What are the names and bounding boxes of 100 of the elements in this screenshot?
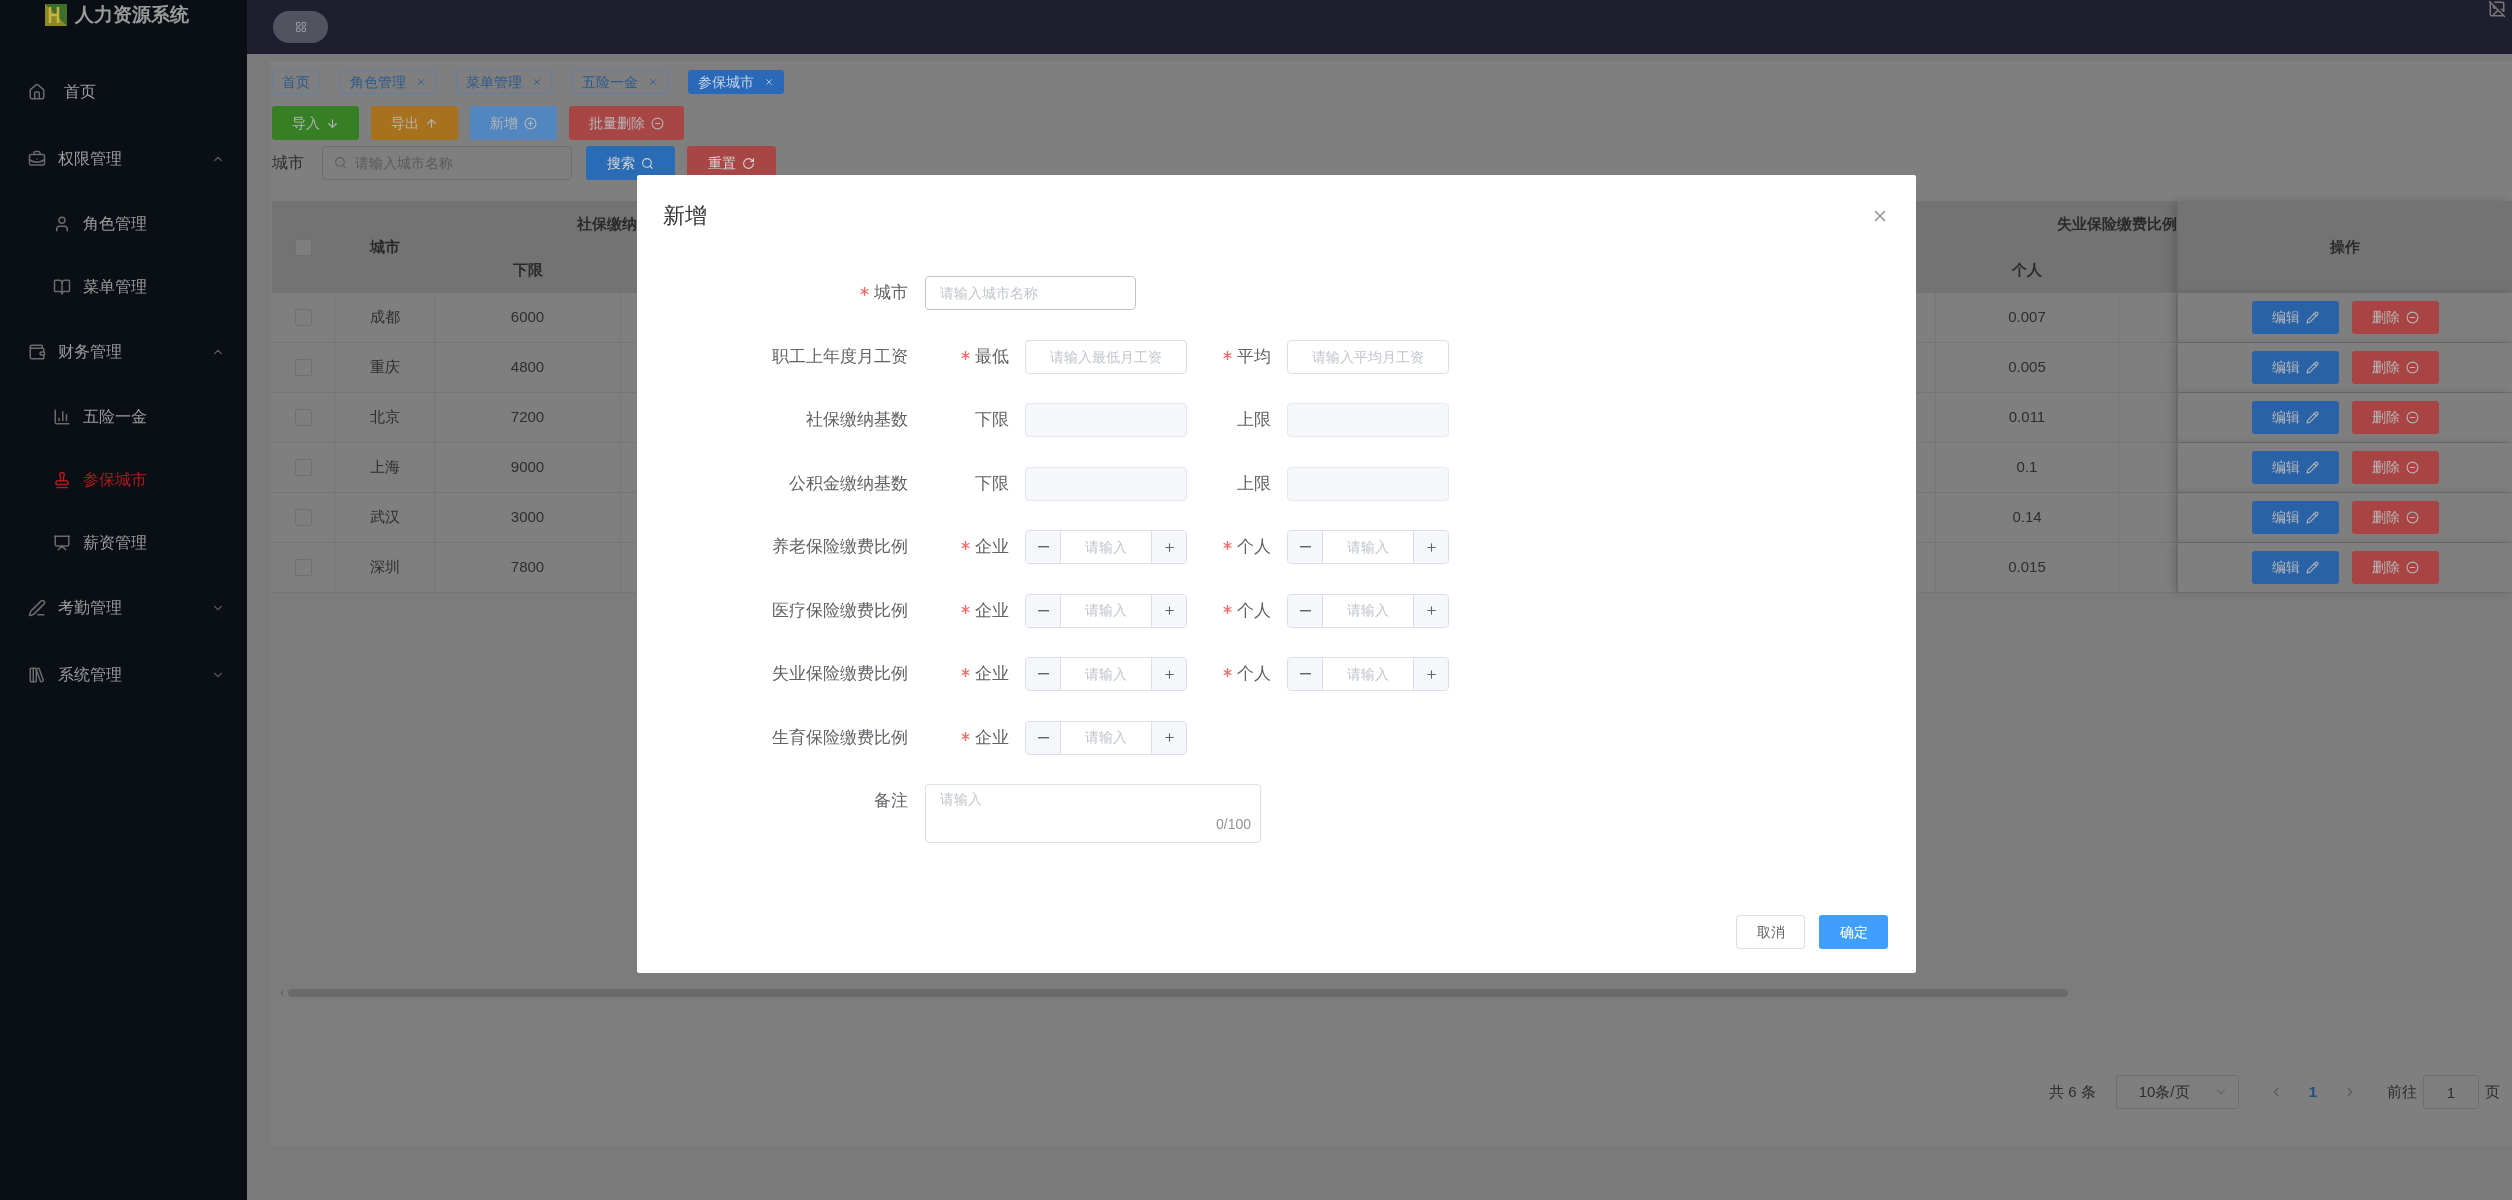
- import-button[interactable]: 导入: [272, 106, 359, 140]
- table-cell-text: 9000: [510, 457, 545, 478]
- number-stepper[interactable]: 请输入: [1025, 720, 1187, 755]
- delete-button[interactable]: 删除: [2351, 501, 2439, 534]
- delete-button[interactable]: 删除: [2351, 351, 2439, 384]
- broken-image-icon: [2488, 0, 2506, 18]
- text-field[interactable]: 请输入平均月工资: [1287, 339, 1449, 374]
- sidebar-menu-item[interactable]: 系统管理: [0, 641, 247, 708]
- sidebar-menu-item[interactable]: 考勤管理: [0, 574, 247, 641]
- table-cell-text: 3000: [510, 507, 545, 528]
- sidebar-submenu-item[interactable]: 五险一金: [0, 385, 247, 448]
- city-field[interactable]: 请输入城市名称: [925, 276, 1136, 310]
- number-stepper[interactable]: 请输入: [1025, 657, 1187, 691]
- increment-button[interactable]: [1151, 531, 1186, 563]
- minus-icon: [1299, 673, 1311, 675]
- decrement-button[interactable]: [1026, 658, 1061, 690]
- close-icon[interactable]: [532, 77, 542, 87]
- sidebar-menu-item[interactable]: 首页: [0, 58, 247, 125]
- page-size-select[interactable]: 10条/页: [2115, 1075, 2239, 1109]
- cancel-button[interactable]: 取消: [1736, 915, 1805, 949]
- edit-button[interactable]: 编辑: [2251, 301, 2339, 334]
- search-icon: [334, 156, 347, 169]
- minus-icon: [1037, 673, 1049, 675]
- page-tag[interactable]: 角色管理: [340, 70, 436, 94]
- page-tag[interactable]: 菜单管理: [456, 70, 552, 94]
- add-button[interactable]: 新增: [470, 106, 557, 140]
- edit-button[interactable]: 编辑: [2251, 351, 2339, 384]
- form-label: 医疗保险缴费比例: [771, 599, 908, 622]
- number-stepper[interactable]: 请输入: [1287, 657, 1449, 691]
- number-input[interactable]: 请输入: [1061, 721, 1151, 754]
- increment-button[interactable]: [1413, 594, 1448, 627]
- minus-circle-icon: [2405, 461, 2419, 474]
- edit-button[interactable]: 编辑: [2251, 451, 2339, 484]
- sidebar-submenu-item[interactable]: 菜单管理: [0, 255, 247, 318]
- sidebar-submenu-item[interactable]: 参保城市: [0, 448, 247, 511]
- increment-button[interactable]: [1151, 658, 1186, 690]
- minus-circle-icon: [2405, 361, 2419, 374]
- increment-button[interactable]: [1413, 658, 1448, 690]
- delete-button[interactable]: 批量删除: [569, 106, 684, 140]
- number-stepper[interactable]: 请输入: [1025, 593, 1187, 628]
- close-icon[interactable]: [764, 77, 774, 87]
- number-input[interactable]: 请输入: [1061, 594, 1151, 627]
- required-asterisk-icon: [961, 731, 970, 741]
- number-stepper[interactable]: 请输入: [1287, 530, 1449, 564]
- edit-button[interactable]: 编辑: [2251, 501, 2339, 534]
- number-input[interactable]: 请输入: [1061, 658, 1151, 690]
- increment-button[interactable]: [1151, 721, 1186, 754]
- delete-button[interactable]: 删除: [2351, 301, 2439, 334]
- delete-button[interactable]: 删除: [2351, 551, 2439, 584]
- decrement-button[interactable]: [1288, 658, 1323, 690]
- decrement-button[interactable]: [1288, 594, 1323, 627]
- confirm-button[interactable]: 确定: [1819, 915, 1888, 949]
- table-cell-text: 7200: [510, 407, 545, 428]
- text-field[interactable]: 请输入最低月工资: [1025, 339, 1187, 374]
- bar-chart-icon: [53, 407, 71, 426]
- delete-button[interactable]: 删除: [2351, 401, 2439, 434]
- minus-circle-icon: [2405, 561, 2419, 574]
- menu-toggle-button[interactable]: [273, 11, 328, 43]
- close-icon[interactable]: [648, 77, 658, 87]
- sidebar-menu-item[interactable]: 权限管理: [0, 125, 247, 192]
- decrement-button[interactable]: [1288, 531, 1323, 563]
- sidebar-submenu-item[interactable]: 角色管理: [0, 192, 247, 255]
- number-stepper[interactable]: 请输入: [1025, 530, 1187, 564]
- number-input[interactable]: 请输入: [1323, 531, 1413, 563]
- required-asterisk-icon: [961, 541, 970, 551]
- decrement-button[interactable]: [1026, 594, 1061, 627]
- export-button[interactable]: 导出: [371, 106, 458, 140]
- increment-button[interactable]: [1151, 594, 1186, 627]
- table-cell-text: 上海: [369, 457, 400, 478]
- page-tag[interactable]: 参保城市: [688, 70, 784, 94]
- decrement-button[interactable]: [1026, 721, 1061, 754]
- page-tag[interactable]: 首页: [272, 70, 320, 94]
- number-input[interactable]: 请输入: [1061, 531, 1151, 563]
- decrement-button[interactable]: [1026, 531, 1061, 563]
- search-button[interactable]: 搜索: [586, 146, 675, 180]
- logo-icon: [45, 4, 67, 26]
- form-label: 社保缴纳基数: [805, 409, 908, 432]
- delete-button[interactable]: 删除: [2351, 451, 2439, 484]
- page-number[interactable]: 1: [2308, 1080, 2317, 1104]
- required-asterisk-icon: [1223, 350, 1232, 360]
- page-jump-field[interactable]: 1: [2423, 1075, 2479, 1109]
- arrow-down-icon: [326, 116, 339, 130]
- increment-button[interactable]: [1413, 531, 1448, 563]
- sidebar-menu-item[interactable]: 财务管理: [0, 318, 247, 385]
- number-stepper[interactable]: 请输入: [1287, 593, 1449, 628]
- field-label: 企业: [925, 724, 1009, 751]
- edit-button[interactable]: 编辑: [2251, 401, 2339, 434]
- number-input[interactable]: 请输入: [1323, 594, 1413, 627]
- number-input[interactable]: 请输入: [1323, 658, 1413, 690]
- table-cell-text: 深圳: [369, 557, 400, 578]
- books-icon: [28, 665, 46, 684]
- close-icon[interactable]: [416, 77, 426, 87]
- sidebar-submenu-item[interactable]: 薪资管理: [0, 511, 247, 574]
- table-cell-text: 0.005: [2008, 357, 2046, 378]
- stamp-icon: [53, 470, 71, 489]
- edit-button[interactable]: 编辑: [2251, 551, 2339, 584]
- column-header: 操作: [2330, 236, 2360, 257]
- page-tag[interactable]: 五险一金: [572, 70, 668, 94]
- table-cell-text: 北京: [369, 407, 400, 428]
- table-cell-text: 武汉: [369, 507, 400, 528]
